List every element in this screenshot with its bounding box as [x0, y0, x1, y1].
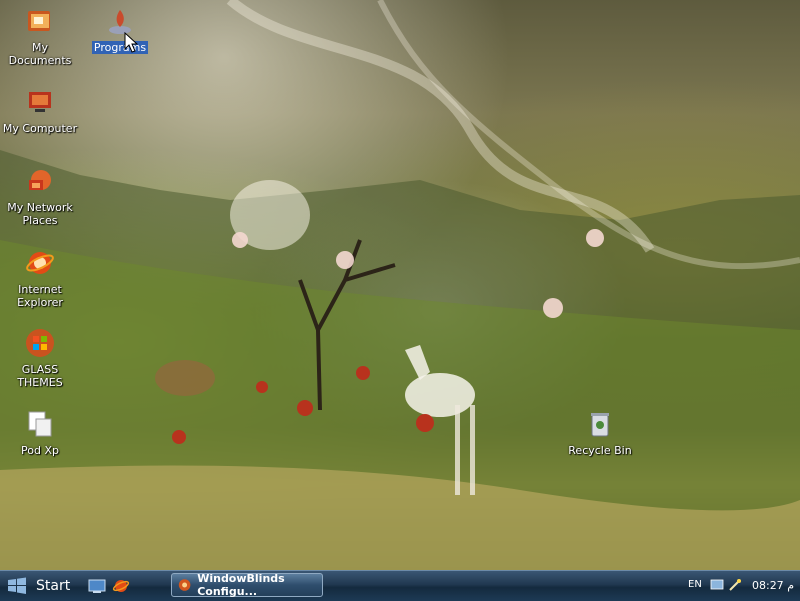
computer-icon — [23, 85, 57, 119]
internet-explorer-icon — [23, 246, 57, 280]
icon-label: My Network Places — [7, 201, 73, 227]
start-label: Start — [36, 578, 71, 594]
show-desktop-icon[interactable] — [88, 577, 106, 595]
icon-label: My Documents — [8, 41, 72, 67]
desktop-icon-recycle-bin[interactable]: Recycle Bin — [560, 407, 640, 457]
start-button[interactable]: Start — [6, 574, 70, 598]
desktop-wallpaper[interactable] — [0, 0, 800, 570]
desktop-icon-pod-xp[interactable]: Pod Xp — [0, 407, 80, 457]
desktop-icon-my-documents[interactable]: My Documents — [0, 4, 80, 67]
language-indicator[interactable]: EN — [688, 579, 702, 590]
icon-label: GLASS THEMES — [17, 363, 63, 389]
icon-label: Programs — [91, 41, 149, 54]
wand-tray-icon[interactable] — [728, 578, 742, 592]
desktop-icon-programs[interactable]: Programs — [80, 4, 160, 54]
windows-orb-icon — [23, 326, 57, 360]
icon-label: My Computer — [2, 122, 78, 135]
taskbar: Start WindowBlinds Configu... EN 08:27 م — [0, 570, 800, 601]
taskbar-button-windowblinds[interactable]: WindowBlinds Configu... — [171, 572, 323, 598]
icon-label: Recycle Bin — [568, 444, 632, 457]
system-tray: EN 08:27 م — [680, 571, 800, 601]
wallpaper-scenery — [0, 0, 800, 570]
internet-explorer-quicklaunch-icon[interactable] — [112, 577, 130, 595]
desktop-icon-my-computer[interactable]: My Computer — [0, 85, 80, 135]
network-tray-icon[interactable] — [710, 578, 724, 592]
folder-documents-icon — [23, 4, 57, 38]
icon-label: Internet Explorer — [17, 283, 63, 309]
windowblinds-icon — [178, 579, 191, 591]
windows-logo-icon — [8, 577, 26, 594]
recycle-bin-icon — [583, 407, 617, 441]
desktop-icon-glass-themes[interactable]: GLASS THEMES — [0, 326, 80, 389]
taskbar-button-label: WindowBlinds Configu... — [197, 572, 285, 598]
pod-xp-icon — [23, 407, 57, 441]
clock[interactable]: 08:27 م — [752, 579, 794, 592]
desktop-icon-internet-explorer[interactable]: Internet Explorer — [0, 246, 80, 309]
desktop-icon-my-network-places[interactable]: My Network Places — [0, 164, 80, 227]
icon-label: Pod Xp — [21, 444, 59, 457]
mouse-cursor-icon — [124, 32, 138, 53]
network-icon — [23, 164, 57, 198]
